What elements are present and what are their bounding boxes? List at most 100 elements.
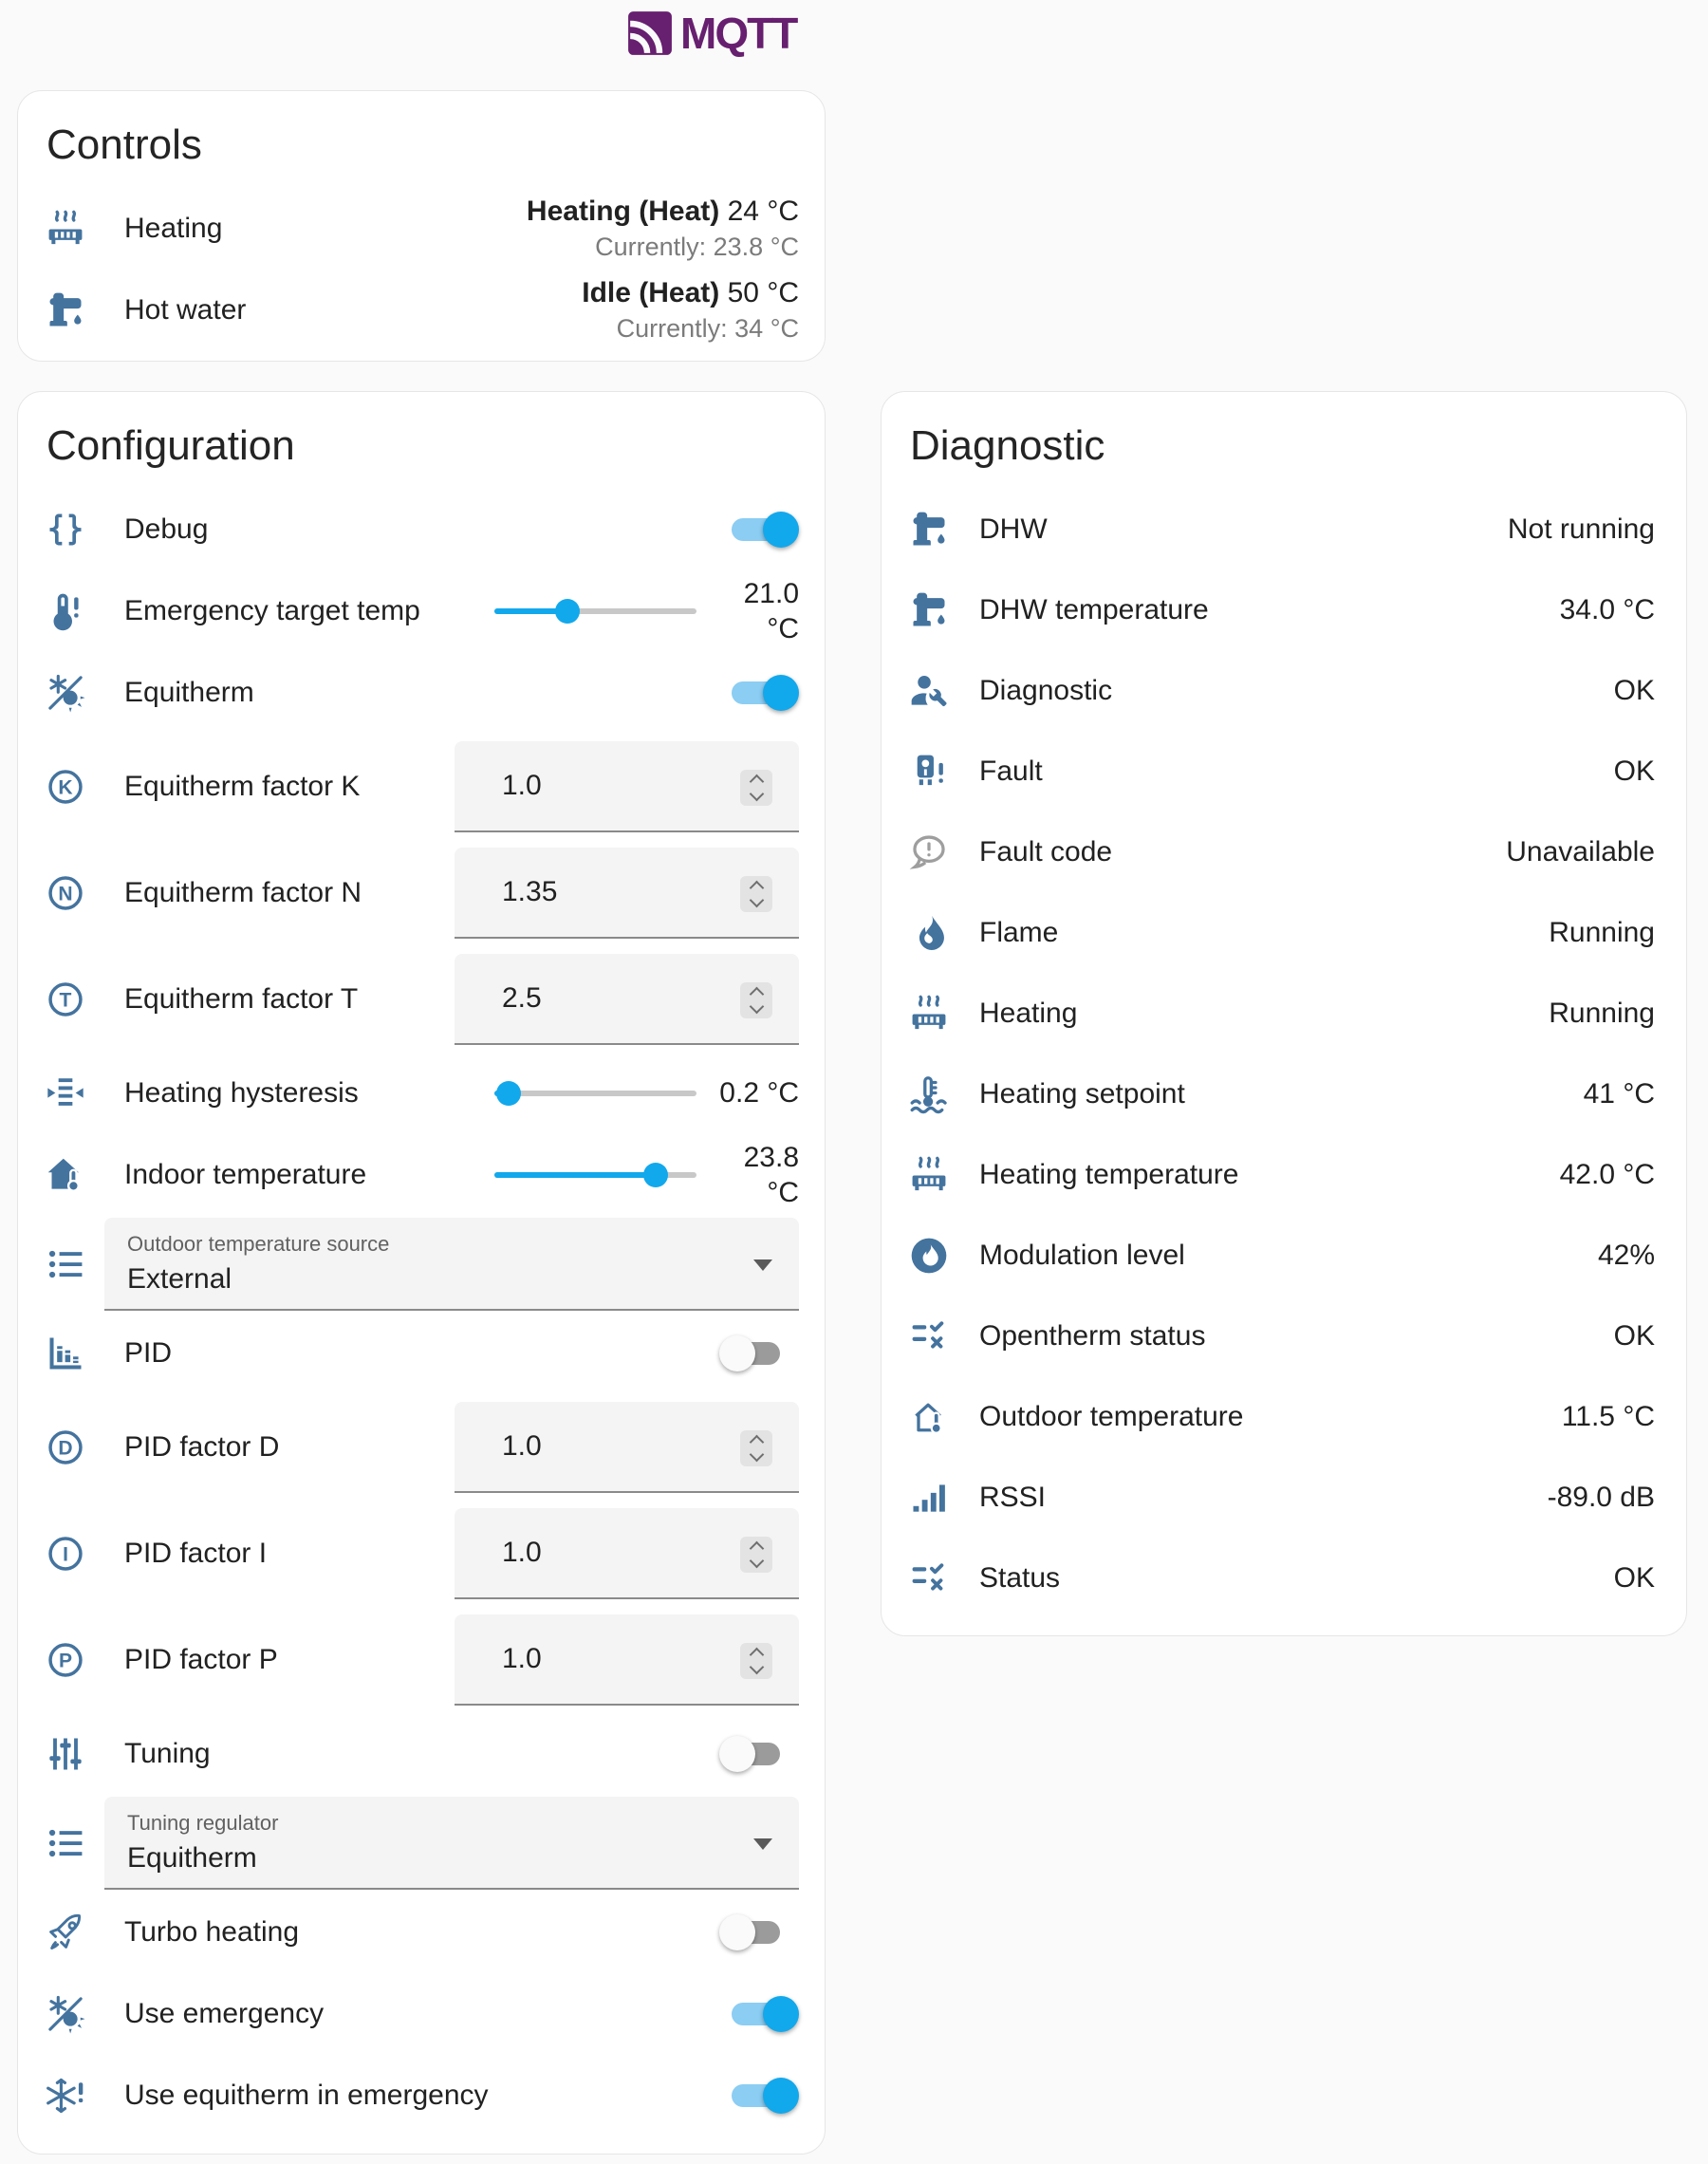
- tuning-toggle[interactable]: [719, 1733, 799, 1775]
- outdoor-temperature-source-select[interactable]: Outdoor temperature source External: [104, 1218, 799, 1311]
- diagnostic-row-opentherm-status[interactable]: Opentherm status OK: [882, 1296, 1686, 1376]
- diagnostic-row-label: RSSI: [979, 1482, 1548, 1514]
- config-row-emergency-target-temp: Emergency target temp 21.0 °C: [18, 570, 825, 652]
- emergency-target-temp-slider[interactable]: [494, 590, 696, 632]
- sun-snowflake-icon: [45, 672, 86, 714]
- mqtt-logo-icon: [626, 9, 674, 57]
- diagnostic-row-diagnostic[interactable]: Diagnostic OK: [882, 650, 1686, 731]
- climate-state-target: 50 °C: [728, 277, 799, 308]
- chevron-down-icon[interactable]: [749, 893, 764, 908]
- slider-thumb[interactable]: [643, 1163, 668, 1187]
- indoor-temperature-slider[interactable]: [494, 1154, 696, 1196]
- select-label: Tuning regulator: [127, 1811, 742, 1836]
- list-bulleted-icon: [45, 1822, 86, 1864]
- config-row-label: Use equitherm in emergency: [124, 2080, 719, 2112]
- number-stepper[interactable]: [740, 876, 772, 912]
- config-row-label: Indoor temperature: [124, 1159, 494, 1191]
- config-row-label: Emergency target temp: [124, 595, 494, 627]
- use-emergency-toggle[interactable]: [719, 1993, 799, 2035]
- slider-thumb[interactable]: [555, 599, 580, 624]
- slider-value: 21.0 °C: [714, 576, 799, 647]
- config-row-outdoor-temperature-source: Outdoor temperature source External: [18, 1216, 825, 1313]
- alpha-d-circle-icon: D: [45, 1427, 86, 1468]
- controls-row-hot-water[interactable]: Hot water Idle (Heat) 50 °C Currently: 3…: [18, 270, 825, 351]
- config-row-tuning-regulator: Tuning regulator Equitherm: [18, 1795, 825, 1892]
- coolant-thermometer-icon: [908, 1073, 950, 1115]
- mqtt-logo: MQTT: [626, 8, 796, 59]
- use-equitherm-in-emergency-toggle[interactable]: [719, 2075, 799, 2117]
- config-row-label: Tuning: [124, 1738, 719, 1770]
- diagnostic-row-rssi[interactable]: RSSI -89.0 dB: [882, 1457, 1686, 1538]
- chevron-down-icon[interactable]: [749, 999, 764, 1015]
- number-stepper[interactable]: [740, 770, 772, 806]
- turbo-heating-toggle[interactable]: [719, 1912, 799, 1953]
- equitherm-toggle[interactable]: [719, 672, 799, 714]
- alpha-n-circle-icon: N: [45, 872, 86, 914]
- controls-row-label: Hot water: [124, 294, 582, 326]
- radiator-icon: [45, 208, 86, 250]
- config-row-use-equitherm-in-emergency: Use equitherm in emergency: [18, 2055, 825, 2136]
- climate-state-mode: Heating (Heat): [527, 196, 719, 227]
- chevron-down-icon[interactable]: [749, 787, 764, 802]
- slider-thumb[interactable]: [496, 1081, 521, 1106]
- configuration-card: Configuration Debug Emergency target tem…: [17, 391, 826, 2155]
- config-row-debug: Debug: [18, 489, 825, 570]
- dropdown-caret-icon: [753, 1259, 772, 1271]
- diagnostic-row-fault[interactable]: Fault OK: [882, 731, 1686, 812]
- select-label: Outdoor temperature source: [127, 1232, 742, 1257]
- diagnostic-row-heating-temperature[interactable]: Heating temperature 42.0 °C: [882, 1134, 1686, 1215]
- diagnostic-row-label: Heating temperature: [979, 1159, 1560, 1191]
- config-row-label: PID factor I: [124, 1538, 455, 1570]
- diagnostic-row-label: Opentherm status: [979, 1320, 1614, 1352]
- diagnostic-row-value: 42%: [1598, 1240, 1655, 1272]
- signal-bars-icon: [908, 1477, 950, 1519]
- config-row-label: Use emergency: [124, 1998, 719, 2030]
- config-row-label: PID factor P: [124, 1644, 455, 1676]
- controls-row-heating[interactable]: Heating Heating (Heat) 24 °C Currently: …: [18, 188, 825, 270]
- tuning-regulator-select[interactable]: Tuning regulator Equitherm: [104, 1797, 799, 1890]
- diagnostic-row-value: 34.0 °C: [1560, 594, 1655, 626]
- diagnostic-row-value: OK: [1614, 1562, 1655, 1595]
- diagnostic-row-heating-setpoint[interactable]: Heating setpoint 41 °C: [882, 1054, 1686, 1134]
- config-row-pid-factor-d: D PID factor D: [18, 1394, 825, 1501]
- config-row-equitherm: Equitherm: [18, 652, 825, 734]
- diagnostic-row-label: Flame: [979, 917, 1549, 949]
- climate-state: Heating (Heat) 24 °C Currently: 23.8 °C: [527, 194, 799, 263]
- number-stepper[interactable]: [740, 1537, 772, 1573]
- number-stepper[interactable]: [740, 1643, 772, 1679]
- diagnostic-row-dhw-temperature[interactable]: DHW temperature 34.0 °C: [882, 569, 1686, 650]
- diagnostic-row-label: DHW: [979, 513, 1508, 546]
- debug-toggle[interactable]: [719, 509, 799, 550]
- config-row-label: Heating hysteresis: [124, 1077, 494, 1110]
- diagnostic-row-outdoor-temperature[interactable]: Outdoor temperature 11.5 °C: [882, 1376, 1686, 1457]
- diagnostic-row-label: Fault code: [979, 836, 1506, 868]
- diagnostic-row-modulation-level[interactable]: Modulation level 42%: [882, 1215, 1686, 1296]
- diagnostic-row-value: 42.0 °C: [1560, 1159, 1655, 1191]
- sun-snowflake-icon: [45, 1993, 86, 2035]
- config-row-indoor-temperature: Indoor temperature 23.8 °C: [18, 1134, 825, 1216]
- pid-toggle[interactable]: [719, 1333, 799, 1374]
- config-row-tuning: Tuning: [18, 1713, 825, 1795]
- alpha-t-circle-icon: T: [45, 979, 86, 1020]
- number-stepper[interactable]: [740, 982, 772, 1018]
- chevron-down-icon[interactable]: [749, 1447, 764, 1463]
- diagnostic-row-status[interactable]: Status OK: [882, 1538, 1686, 1618]
- diagnostic-row-flame[interactable]: Flame Running: [882, 892, 1686, 973]
- account-wrench-icon: [908, 670, 950, 712]
- chevron-down-icon[interactable]: [749, 1554, 764, 1569]
- diagnostic-row-fault-code[interactable]: Fault code Unavailable: [882, 812, 1686, 892]
- diagnostic-card: Diagnostic DHW Not running DHW temperatu…: [881, 391, 1687, 1636]
- diagnostic-row-heating[interactable]: Heating Running: [882, 973, 1686, 1054]
- climate-state-mode: Idle (Heat): [582, 277, 719, 308]
- diagnostic-row-value: OK: [1614, 675, 1655, 707]
- diagnostic-row-dhw[interactable]: DHW Not running: [882, 489, 1686, 569]
- climate-state: Idle (Heat) 50 °C Currently: 34 °C: [582, 275, 799, 345]
- home-thermometer-outline-icon: [908, 1396, 950, 1438]
- alpha-p-circle-icon: P: [45, 1639, 86, 1681]
- heating-hysteresis-slider[interactable]: [494, 1073, 696, 1114]
- chevron-down-icon[interactable]: [749, 1660, 764, 1675]
- home-thermometer-icon: [45, 1154, 86, 1196]
- number-stepper[interactable]: [740, 1430, 772, 1466]
- config-row-equitherm-factor-t: T Equitherm factor T: [18, 946, 825, 1053]
- rocket-icon: [45, 1912, 86, 1953]
